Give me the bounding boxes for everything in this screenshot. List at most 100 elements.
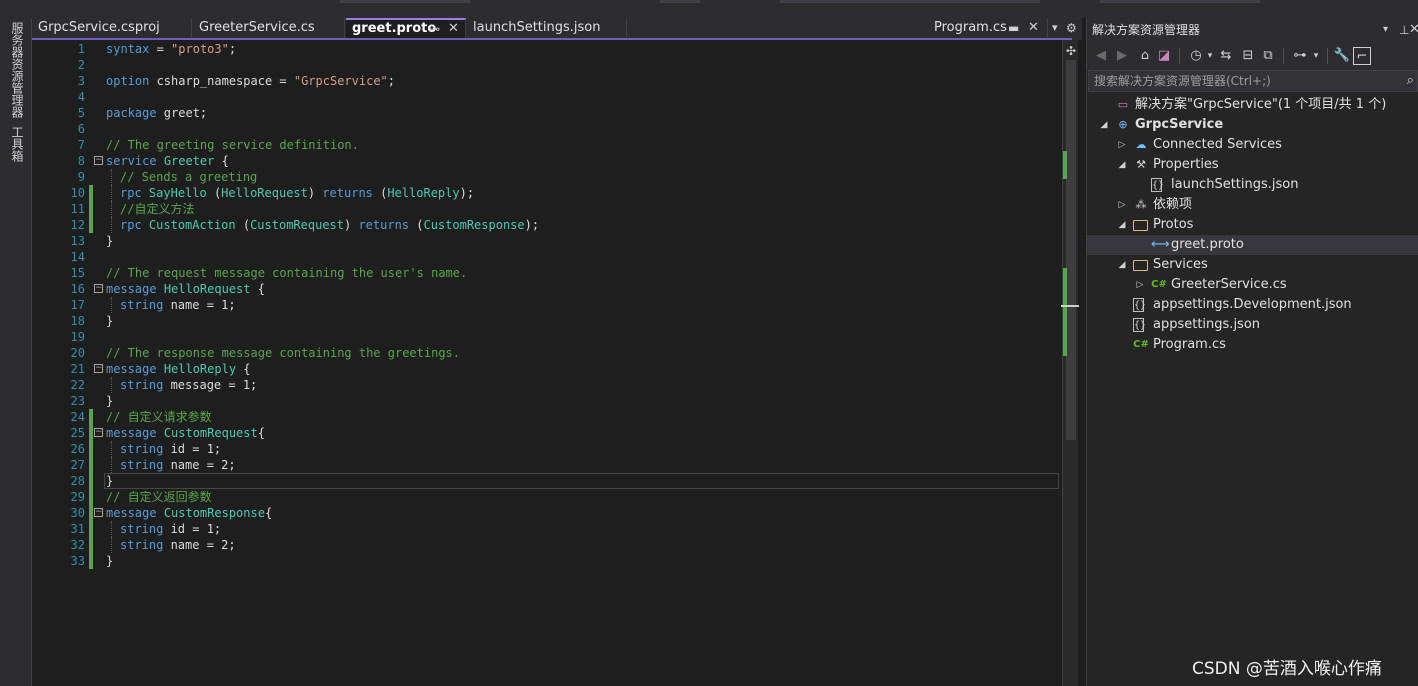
code-line[interactable]: 21− message HelloReply { (32, 361, 1062, 377)
vs-switch-views-icon[interactable]: ◪ (1155, 47, 1173, 65)
tree-item[interactable]: C# Program.cs (1087, 335, 1418, 355)
code-line[interactable]: 10 rpc SayHello (HelloRequest) returns (H… (32, 185, 1062, 201)
code-line[interactable]: 5 package greet; (32, 105, 1062, 121)
expanded-arrow-icon[interactable]: ◢ (1117, 155, 1127, 175)
pin-icon[interactable]: ⊸ (430, 20, 440, 38)
code-line[interactable]: 8− service Greeter { (32, 153, 1062, 169)
split-window-icon[interactable]: ✣ (1065, 44, 1077, 58)
code-line[interactable]: 26 string id = 1; (32, 441, 1062, 457)
close-icon[interactable]: ✕ (1028, 18, 1039, 38)
code-token: string (120, 538, 164, 552)
tree-item[interactable]: {} appsettings.Development.json (1087, 295, 1418, 315)
code-line[interactable]: 15 // The request message containing the … (32, 265, 1062, 281)
collapsed-arrow-icon[interactable]: ▷ (1117, 195, 1127, 215)
fold-toggle-icon[interactable]: − (94, 364, 103, 373)
tab-greeterservice-cs[interactable]: GreeterService.cs (193, 18, 345, 38)
code-line[interactable]: 4 (32, 89, 1062, 105)
line-number: 31 (70, 522, 85, 536)
expanded-arrow-icon[interactable]: ◢ (1099, 115, 1109, 135)
collapsed-arrow-icon[interactable]: ▷ (1135, 275, 1145, 295)
collapsed-arrow-icon[interactable]: ▷ (1117, 135, 1127, 155)
code-editor[interactable]: 1 syntax = "proto3"; 2 3 option csharp_names… (32, 40, 1062, 686)
pin-icon[interactable]: ⊥ (1399, 18, 1409, 42)
code-token: ( (409, 218, 424, 232)
line-number: 25 (70, 426, 85, 440)
code-line[interactable]: 6 (32, 121, 1062, 137)
code-line[interactable]: 14 (32, 249, 1062, 265)
chevron-down-icon[interactable]: ▾ (1307, 47, 1325, 65)
code-line[interactable]: 31 string id = 1; (32, 521, 1062, 537)
tree-item[interactable]: ▷ ☁ Connected Services (1087, 135, 1418, 155)
code-line[interactable]: 7 // The greeting service definition. (32, 137, 1062, 153)
pin-icon[interactable]: ▬ (1008, 18, 1019, 38)
code-line[interactable]: 25− message CustomRequest{ (32, 425, 1062, 441)
scrollbar-thumb[interactable] (1066, 60, 1076, 440)
solution-explorer-search-input[interactable]: 搜索解决方案资源管理器(Ctrl+;) ⌕ (1088, 70, 1418, 92)
title-strip-segment (340, 0, 470, 3)
collapse-all-icon[interactable]: ⊟ (1239, 47, 1257, 65)
code-line[interactable]: 22 string message = 1; (32, 377, 1062, 393)
code-line[interactable]: 28} (32, 473, 1062, 489)
forward-icon[interactable]: ▶ (1113, 47, 1131, 65)
tree-item[interactable]: ⟷ greet.proto (1087, 235, 1418, 255)
server-explorer-tab[interactable]: 服务器资源管理器 (9, 22, 26, 118)
code-line[interactable]: 32 string name = 2; (32, 537, 1062, 553)
code-line[interactable]: 27 string name = 2; (32, 457, 1062, 473)
code-line[interactable]: 13} (32, 233, 1062, 249)
expanded-arrow-icon[interactable]: ◢ (1117, 215, 1127, 235)
code-line[interactable]: 17 string name = 1; (32, 297, 1062, 313)
tree-item[interactable]: {} launchSettings.json (1087, 175, 1418, 195)
tree-item[interactable]: ◢ ⚒ Properties (1087, 155, 1418, 175)
close-icon[interactable]: ✕ (1409, 18, 1418, 42)
tree-item[interactable]: ▭ 解决方案"GrpcService"(1 个项目/共 1 个) (1087, 95, 1418, 115)
code-text: // The request message containing the us… (106, 265, 467, 281)
tree-item[interactable]: {} appsettings.json (1087, 315, 1418, 335)
close-icon[interactable]: ✕ (448, 20, 459, 38)
code-line[interactable]: 9 // Sends a greeting (32, 169, 1062, 185)
indent-guide (111, 441, 112, 457)
tree-item[interactable]: ◢ Services (1087, 255, 1418, 275)
change-indicator (89, 217, 93, 233)
code-line[interactable]: 24 // 自定义请求参数 (32, 409, 1062, 425)
expanded-arrow-icon[interactable]: ◢ (1117, 255, 1127, 275)
preview-selected-items-icon[interactable]: ⌐ (1353, 47, 1371, 65)
back-icon[interactable]: ◀ (1092, 47, 1110, 65)
code-text: // The greeting service definition. (106, 137, 359, 153)
code-line[interactable]: 2 (32, 57, 1062, 73)
code-line[interactable]: 29 // 自定义返回参数 (32, 489, 1062, 505)
tree-item[interactable]: ◢ Protos (1087, 215, 1418, 235)
tab-program-cs[interactable]: Program.cs ▬ ✕ (928, 18, 1048, 38)
window-options-icon[interactable]: ▾ (1383, 18, 1388, 42)
code-line[interactable]: 11 //自定义方法 (32, 201, 1062, 217)
editor-vertical-scrollbar[interactable]: ✣ (1061, 40, 1079, 686)
code-line[interactable]: 3 option csharp_namespace = "GrpcService"… (32, 73, 1062, 89)
tab-launchsettings-json[interactable]: launchSettings.json (467, 18, 627, 38)
code-line[interactable]: 1 syntax = "proto3"; (32, 41, 1062, 57)
code-line[interactable]: 30− message CustomResponse{ (32, 505, 1062, 521)
fold-toggle-icon[interactable]: − (94, 156, 103, 165)
tab-overflow-icon[interactable]: ▾ (1052, 18, 1058, 38)
code-line[interactable]: 20 // The response message containing the… (32, 345, 1062, 361)
code-line[interactable]: 19 (32, 329, 1062, 345)
search-icon[interactable]: ⌕ (1407, 71, 1414, 91)
code-line[interactable]: 33} (32, 553, 1062, 569)
properties-wrench-icon[interactable]: 🔧 (1333, 47, 1351, 65)
fold-toggle-icon[interactable]: − (94, 428, 103, 437)
tree-item[interactable]: ◢ ⊕ GrpcService (1087, 115, 1418, 135)
tree-item[interactable]: ▷ C# GreeterService.cs (1087, 275, 1418, 295)
fold-toggle-icon[interactable]: − (94, 284, 103, 293)
tab-grpcservice-csproj[interactable]: GrpcService.csproj (32, 18, 192, 38)
tree-item[interactable]: ▷ ⁂ 依赖项 (1087, 195, 1418, 215)
toolbox-tab[interactable]: 工具箱 (9, 126, 26, 162)
gear-icon[interactable]: ⚙ (1066, 18, 1077, 38)
code-line[interactable]: 18} (32, 313, 1062, 329)
show-all-files-icon[interactable]: ⧉ (1259, 47, 1277, 65)
code-line[interactable]: 16− message HelloRequest { (32, 281, 1062, 297)
sync-with-document-icon[interactable]: ⇆ (1217, 47, 1235, 65)
tree-item-label: GreeterService.cs (1171, 277, 1287, 292)
code-line[interactable]: 12 rpc CustomAction (CustomRequest) retur… (32, 217, 1062, 233)
fold-toggle-icon[interactable]: − (94, 508, 103, 517)
tab-greet-proto[interactable]: greet.proto ⊸ ✕ (346, 18, 466, 38)
code-line[interactable]: 23} (32, 393, 1062, 409)
home-icon[interactable]: ⌂ (1136, 47, 1154, 65)
